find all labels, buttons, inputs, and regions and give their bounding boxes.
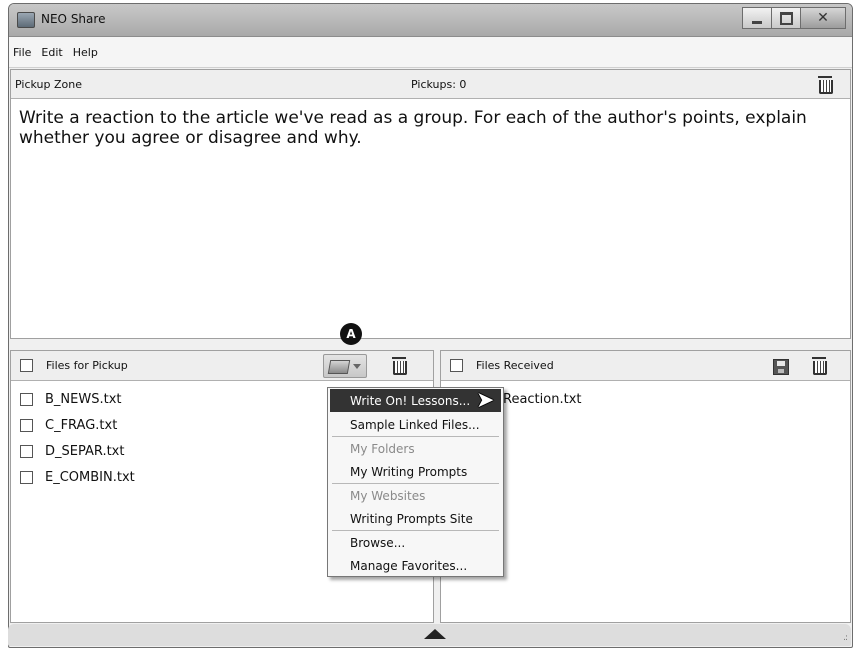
select-all-pickup-checkbox[interactable] xyxy=(20,359,33,372)
minimize-icon xyxy=(752,20,762,24)
file-name: E_COMBIN.txt xyxy=(45,469,135,485)
files-for-pickup-label: Files for Pickup xyxy=(46,359,128,372)
menu-heading-my-folders: My Folders xyxy=(350,441,415,456)
file-name: Reaction.txt xyxy=(503,391,582,407)
callout-badge: A xyxy=(340,323,362,345)
writing-prompt: Write a reaction to the article we've re… xyxy=(19,108,807,148)
menu-edit[interactable]: Edit xyxy=(41,46,62,59)
pickup-zone-header: Pickup Zone Pickups: 0 xyxy=(11,70,850,99)
file-name: B_NEWS.txt xyxy=(45,391,122,407)
trash-icon[interactable] xyxy=(818,76,833,94)
menu-heading-my-websites: My Websites xyxy=(350,488,426,503)
close-button[interactable]: ✕ xyxy=(800,7,846,29)
pickup-zone-panel: Pickup Zone Pickups: 0 Write a reaction … xyxy=(10,69,851,339)
menu-file[interactable]: File xyxy=(13,46,31,59)
pickup-zone-label: Pickup Zone xyxy=(15,78,82,91)
chevron-down-icon xyxy=(353,364,361,369)
close-icon: ✕ xyxy=(817,10,829,26)
menu-item-writing-prompts-site[interactable]: Writing Prompts Site xyxy=(328,507,503,530)
pickups-count: Pickups: 0 xyxy=(411,78,467,91)
file-name: D_SEPAR.txt xyxy=(45,443,125,459)
window-controls: ✕ xyxy=(742,7,846,29)
window-title: NEO Share xyxy=(41,12,106,26)
maximize-icon xyxy=(779,11,793,25)
files-received-header: Files Received xyxy=(441,351,850,381)
trash-icon[interactable] xyxy=(812,357,827,375)
menu-item-my-writing-prompts[interactable]: My Writing Prompts xyxy=(328,460,503,483)
title-bar: NEO Share ✕ xyxy=(9,4,852,37)
minimize-button[interactable] xyxy=(742,7,772,29)
menu-help[interactable]: Help xyxy=(73,46,98,59)
open-folder-button[interactable] xyxy=(323,354,367,378)
file-checkbox[interactable] xyxy=(20,418,33,432)
select-all-received-checkbox[interactable] xyxy=(450,359,463,372)
menu-bar: File Edit Help xyxy=(9,37,852,68)
favorites-dropdown-menu: Write On! Lessons... Sample Linked Files… xyxy=(327,387,504,577)
menu-item-manage-favorites[interactable]: Manage Favorites... xyxy=(328,554,503,577)
file-checkbox[interactable] xyxy=(20,392,33,406)
trash-icon[interactable] xyxy=(392,357,407,375)
menu-item-browse[interactable]: Browse... xyxy=(328,531,503,554)
app-icon xyxy=(17,12,35,28)
save-icon[interactable] xyxy=(773,359,789,375)
mouse-pointer-icon: ➤ xyxy=(476,388,495,413)
maximize-button[interactable] xyxy=(771,7,801,29)
file-name: C_FRAG.txt xyxy=(45,417,118,433)
files-received-label: Files Received xyxy=(476,359,554,372)
file-checkbox[interactable] xyxy=(20,470,33,484)
menu-item-sample-linked-files[interactable]: Sample Linked Files... xyxy=(328,413,503,436)
file-checkbox[interactable] xyxy=(20,444,33,458)
files-for-pickup-header: Files for Pickup xyxy=(11,351,433,381)
folder-open-icon xyxy=(327,360,351,374)
